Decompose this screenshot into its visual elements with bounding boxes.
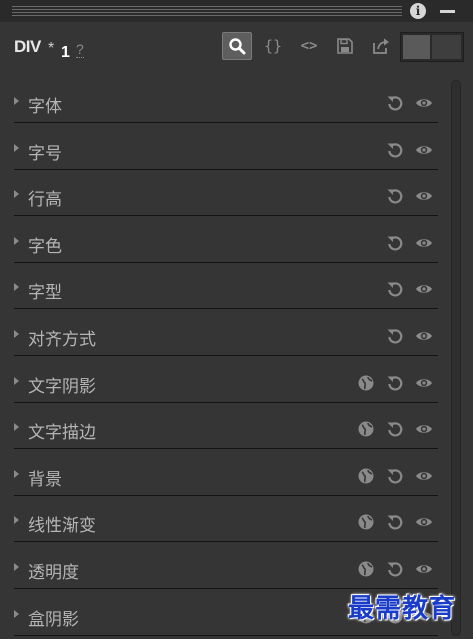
expand-arrow-icon[interactable] — [14, 469, 19, 478]
row-divider — [14, 494, 438, 496]
globe-icon[interactable] — [357, 513, 375, 531]
search-icon — [229, 38, 246, 55]
view-toggle-left[interactable] — [403, 35, 430, 59]
expand-arrow-icon[interactable] — [14, 236, 19, 245]
panel-toolbar: DIV * 1 ? {} <> — [0, 22, 473, 74]
style-section-row[interactable]: 字体 — [0, 80, 446, 126]
eye-icon[interactable] — [415, 234, 433, 252]
style-section-row[interactable]: 文字描边 — [0, 406, 446, 452]
reset-icon[interactable] — [386, 141, 404, 159]
style-section-row[interactable]: 透明度 — [0, 546, 446, 592]
style-section-row[interactable]: 文字阴影 — [0, 360, 446, 406]
scrollbar[interactable] — [451, 80, 461, 636]
eye-icon[interactable] — [415, 560, 433, 578]
style-section-row[interactable]: 字色 — [0, 220, 446, 266]
section-label: 对齐方式 — [28, 330, 96, 350]
row-divider — [14, 168, 438, 170]
style-section-row[interactable]: 行高 — [0, 173, 446, 219]
reset-icon[interactable] — [386, 374, 404, 392]
eye-icon[interactable] — [415, 141, 433, 159]
search-button[interactable] — [222, 32, 252, 60]
save-icon — [337, 38, 353, 54]
css-code-button[interactable]: {} — [258, 32, 288, 60]
row-divider — [14, 261, 438, 263]
eye-icon[interactable] — [415, 467, 433, 485]
section-label: 背景 — [28, 469, 62, 490]
row-divider — [14, 215, 438, 217]
watermark: 最需教育 — [348, 594, 457, 624]
row-divider — [14, 308, 438, 310]
reset-icon[interactable] — [386, 513, 404, 531]
reset-icon[interactable] — [386, 467, 404, 485]
section-label: 字型 — [28, 283, 62, 304]
info-icon[interactable]: i — [410, 3, 426, 19]
panel-titlebar[interactable]: i — [0, 0, 473, 22]
eye-icon[interactable] — [415, 420, 433, 438]
globe-icon[interactable] — [357, 374, 375, 392]
style-section-row[interactable]: 线性渐变 — [0, 499, 446, 545]
reset-icon[interactable] — [386, 187, 404, 205]
section-label: 行高 — [28, 190, 62, 211]
section-label: 盒阴影 — [28, 609, 79, 630]
row-divider — [14, 634, 438, 636]
style-section-row[interactable]: 背景 — [0, 453, 446, 499]
expand-arrow-icon[interactable] — [14, 376, 19, 385]
export-icon — [373, 38, 389, 54]
reset-icon[interactable] — [386, 280, 404, 298]
section-label: 线性渐变 — [28, 516, 96, 537]
modified-marker: * — [48, 40, 55, 57]
style-section-row[interactable]: 字型 — [0, 266, 446, 312]
row-divider — [14, 355, 438, 356]
export-button[interactable] — [366, 32, 396, 60]
globe-icon[interactable] — [357, 467, 375, 485]
minimize-icon[interactable] — [440, 10, 455, 13]
reset-icon[interactable] — [386, 420, 404, 438]
row-divider — [14, 122, 438, 123]
globe-icon[interactable] — [357, 420, 375, 438]
style-section-row[interactable]: 对齐方式 — [0, 313, 446, 359]
section-label: 字体 — [28, 97, 62, 117]
style-panel: i DIV * 1 ? {} <> 字体 字号 行高 字色 字型 对齐方式 文字… — [0, 0, 473, 636]
expand-arrow-icon[interactable] — [14, 143, 19, 152]
section-label: 字号 — [28, 143, 62, 164]
section-label: 透明度 — [28, 563, 79, 583]
eye-icon[interactable] — [415, 94, 433, 112]
row-divider — [14, 541, 438, 543]
expand-arrow-icon[interactable] — [14, 330, 19, 338]
section-label: 字色 — [28, 236, 62, 257]
eye-icon[interactable] — [415, 374, 433, 392]
reset-icon[interactable] — [386, 560, 404, 578]
expand-arrow-icon[interactable] — [14, 190, 19, 199]
help-link[interactable]: ? — [76, 42, 84, 58]
eye-icon[interactable] — [415, 280, 433, 298]
section-label: 文字描边 — [28, 423, 96, 444]
eye-icon[interactable] — [415, 327, 433, 345]
style-section-row[interactable]: 字号 — [0, 127, 446, 173]
html-code-button[interactable]: <> — [294, 32, 324, 60]
eye-icon[interactable] — [415, 513, 433, 531]
eye-icon[interactable] — [415, 187, 433, 205]
globe-icon[interactable] — [357, 560, 375, 578]
reset-icon[interactable] — [386, 327, 404, 345]
view-toggle-right[interactable] — [432, 35, 461, 59]
expand-arrow-icon[interactable] — [14, 609, 19, 618]
expand-arrow-icon[interactable] — [14, 516, 19, 525]
reset-icon[interactable] — [386, 94, 404, 112]
reset-icon[interactable] — [386, 234, 404, 252]
view-toggle[interactable] — [400, 32, 464, 62]
expand-arrow-icon[interactable] — [14, 423, 19, 432]
expand-arrow-icon[interactable] — [14, 563, 19, 571]
row-divider — [14, 448, 438, 450]
save-button[interactable] — [330, 32, 360, 60]
expand-arrow-icon[interactable] — [14, 283, 19, 292]
row-divider — [14, 401, 438, 403]
expand-arrow-icon[interactable] — [14, 97, 19, 105]
element-name: DIV — [14, 37, 41, 56]
section-label: 文字阴影 — [28, 376, 96, 397]
drag-grip[interactable] — [12, 6, 402, 16]
element-count: 1 — [61, 44, 70, 61]
